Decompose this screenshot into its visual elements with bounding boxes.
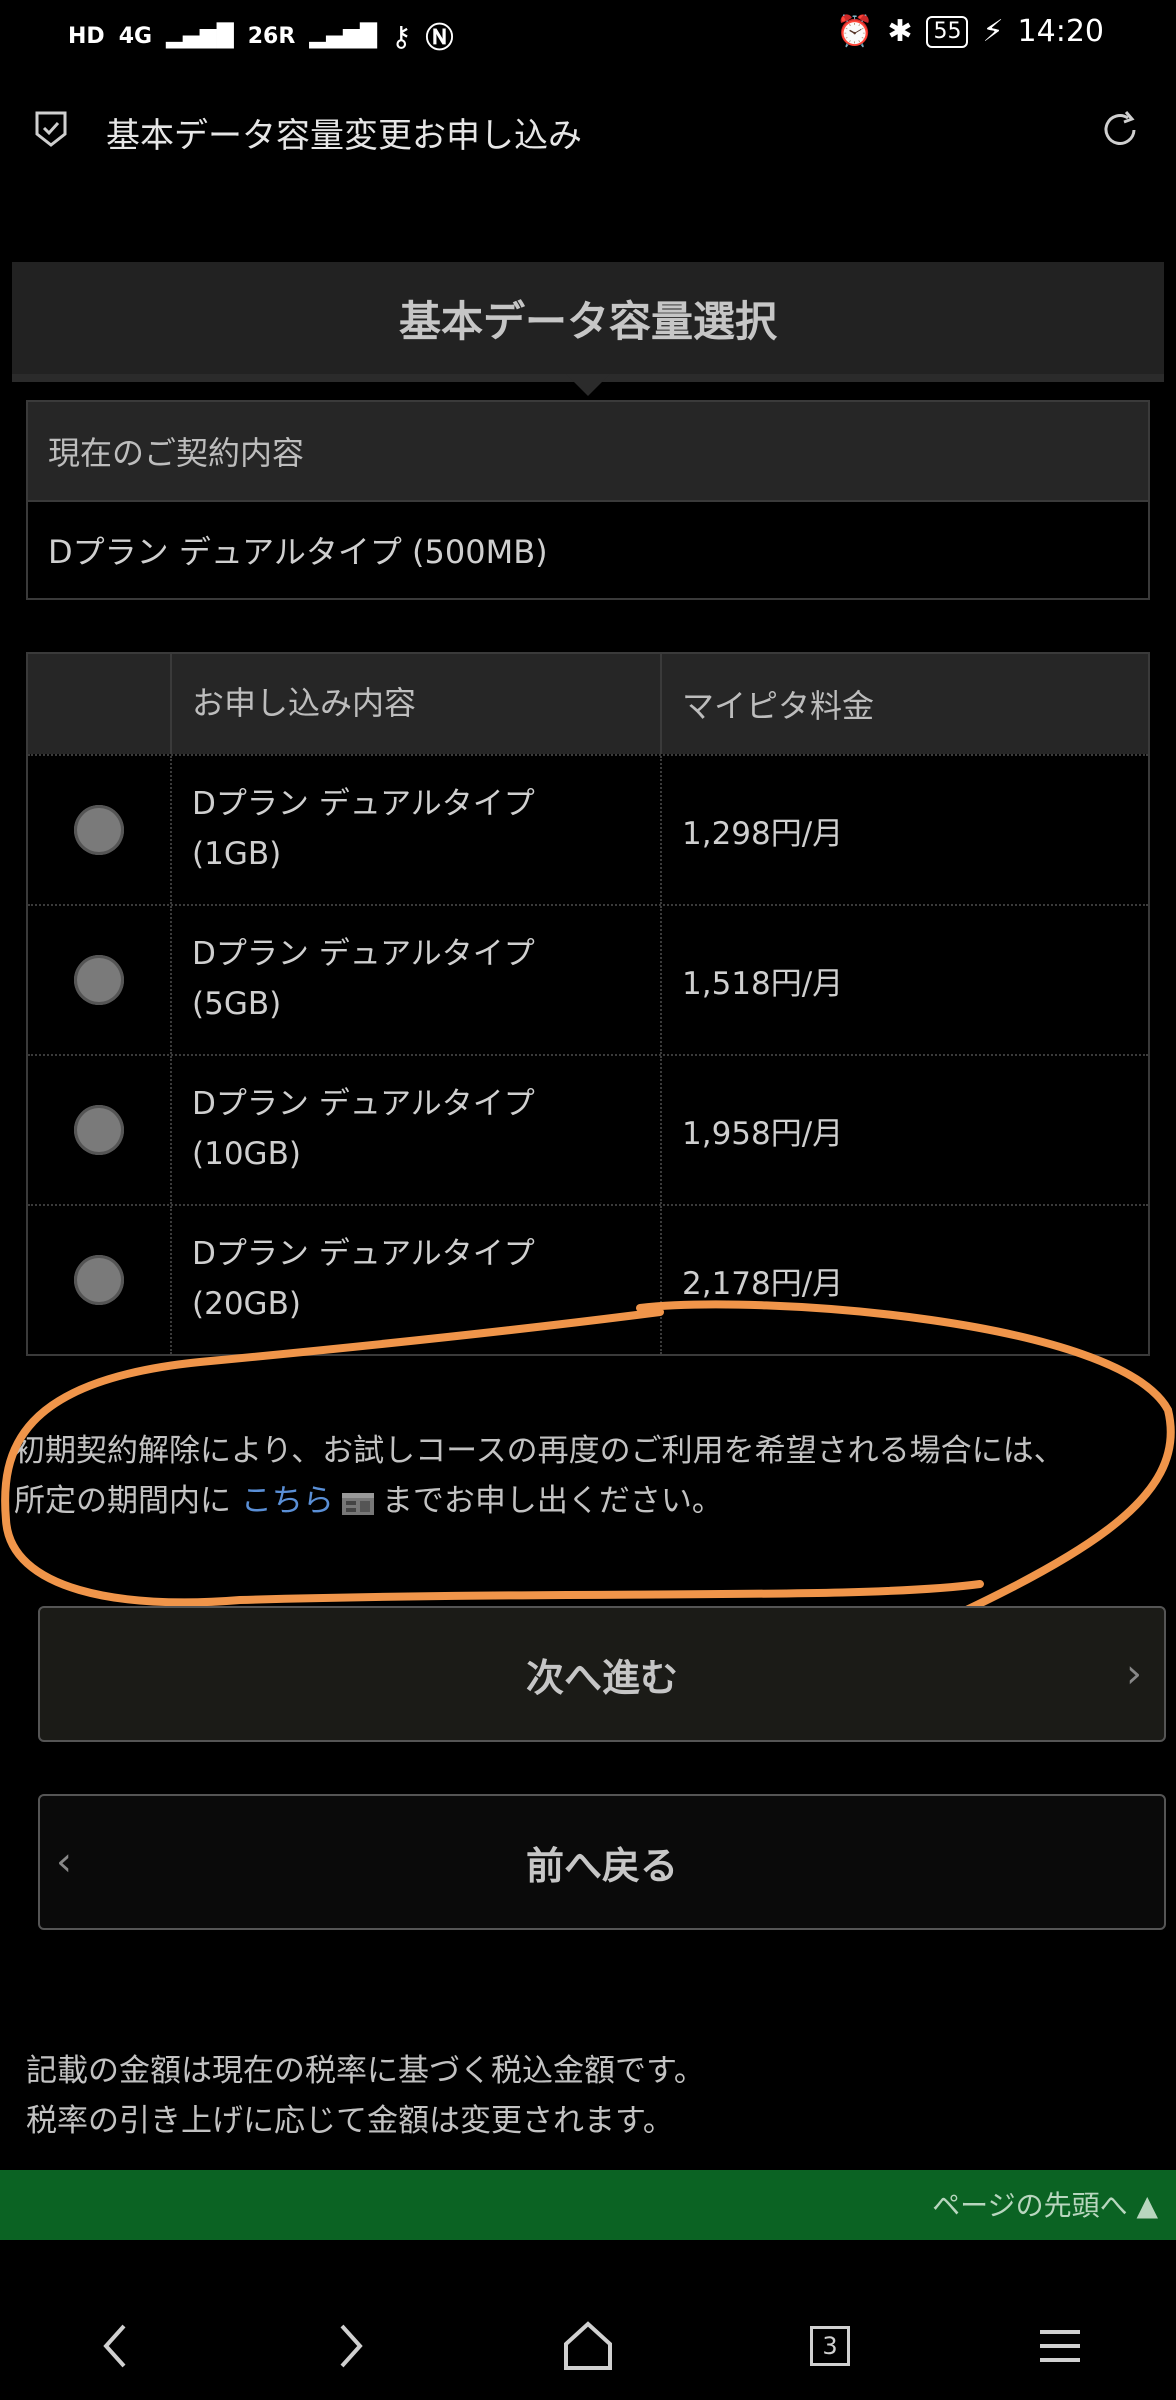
table-header-row: お申し込み内容 マイピタ料金 xyxy=(28,654,1148,754)
status-right: ⏰ ✱ 55 ⚡ 14:20 xyxy=(836,14,1104,49)
chevron-right-icon: › xyxy=(1126,1651,1142,1697)
page-top-bar[interactable]: ページの先頭へ ▲ xyxy=(0,2170,1176,2240)
plan-capacity: (10GB) xyxy=(192,1136,301,1172)
plan-radio-20gb[interactable] xyxy=(74,1255,124,1305)
plan-radio-5gb[interactable] xyxy=(74,955,124,1005)
hd-indicator: HD xyxy=(68,23,105,49)
tabs-button[interactable]: 3 xyxy=(800,2316,860,2376)
header-plan: お申し込み内容 xyxy=(172,654,662,754)
tax-note-line2: 税率の引き上げに応じて金額は変更されます。 xyxy=(26,2103,674,2139)
shield-check-icon xyxy=(35,111,67,147)
current-contract-label: 現在のご契約内容 xyxy=(28,402,1148,502)
status-indicators: HD 4G ▂▄▆█ 26R ▂▄▆█ ⚷ Ⓝ xyxy=(68,16,454,56)
plan-name: Dプラン デュアルタイプ (1GB) xyxy=(172,756,662,904)
alarm-icon: ⏰ xyxy=(835,14,874,49)
signal-icon: ▂▄▆█ xyxy=(166,23,234,49)
tax-note: 記載の金額は現在の税率に基づく税込金額です。 税率の引き上げに応じて金額は変更さ… xyxy=(26,2046,705,2146)
page-top-link[interactable]: ページの先頭へ ▲ xyxy=(932,2184,1158,2224)
plan-line1: Dプラン デュアルタイプ xyxy=(192,1086,535,1123)
plan-name: Dプラン デュアルタイプ (5GB) xyxy=(172,906,662,1054)
table-row[interactable]: Dプラン デュアルタイプ (5GB) 1,518円/月 xyxy=(28,904,1148,1054)
next-button[interactable]: 次へ進む › xyxy=(38,1606,1166,1742)
chevron-left-icon: ‹ xyxy=(56,1839,72,1885)
plan-price: 1,298円/月 xyxy=(682,815,844,852)
charging-icon: ⚡ xyxy=(982,14,1004,49)
table-row[interactable]: Dプラン デュアルタイプ (1GB) 1,298円/月 xyxy=(28,754,1148,904)
battery-level: 55 xyxy=(926,15,969,48)
signal-4g-indicator: 4G xyxy=(118,23,153,49)
bluetooth-icon: ✱ xyxy=(887,14,913,49)
key-icon: ⚷ xyxy=(391,19,412,53)
tab-count: 3 xyxy=(810,2326,850,2366)
plan-capacity: (1GB) xyxy=(192,836,282,872)
table-row[interactable]: Dプラン デュアルタイプ (10GB) 1,958円/月 xyxy=(28,1054,1148,1204)
plan-price: 1,518円/月 xyxy=(682,965,844,1002)
back-button[interactable]: ‹ 前へ戻る xyxy=(38,1794,1166,1930)
back-arrow-icon[interactable] xyxy=(86,2316,146,2376)
plan-capacity: (5GB) xyxy=(192,986,282,1022)
plan-radio-10gb[interactable] xyxy=(74,1105,124,1155)
plan-line1: Dプラン デュアルタイプ xyxy=(192,936,535,973)
tax-note-line1: 記載の金額は現在の税率に基づく税込金額です。 xyxy=(26,2053,705,2089)
header-price: マイピタ料金 xyxy=(682,687,875,725)
plan-name: Dプラン デュアルタイプ (10GB) xyxy=(172,1056,662,1204)
plan-line1: Dプラン デュアルタイプ xyxy=(192,1236,535,1273)
browser-nav-bar: 3 xyxy=(0,2280,1176,2400)
current-contract-box: 現在のご契約内容 Dプラン デュアルタイプ (500MB) xyxy=(26,400,1150,600)
plan-table: お申し込み内容 マイピタ料金 Dプラン デュアルタイプ (1GB) 1,298円/… xyxy=(26,652,1150,1356)
header-select xyxy=(28,654,172,754)
page-title: 基本データ容量変更お申し込み xyxy=(106,116,582,156)
signal-26r-indicator: 26R xyxy=(247,23,296,49)
home-icon[interactable] xyxy=(558,2316,618,2376)
current-contract-value: Dプラン デュアルタイプ (500MB) xyxy=(48,533,548,571)
browser-title-bar: 基本データ容量変更お申し込み xyxy=(0,88,1176,172)
section-pointer xyxy=(566,374,610,396)
nfc-icon: Ⓝ xyxy=(425,21,454,54)
forward-arrow-icon[interactable] xyxy=(320,2316,380,2376)
back-button-label: 前へ戻る xyxy=(525,1843,678,1888)
reload-icon[interactable] xyxy=(1098,108,1142,152)
next-button-label: 次へ進む xyxy=(525,1655,678,1700)
plan-radio-1gb[interactable] xyxy=(74,805,124,855)
status-bar: HD 4G ▂▄▆█ 26R ▂▄▆█ ⚷ Ⓝ ⏰ ✱ 55 ⚡ 14:20 xyxy=(0,0,1176,72)
signal-icon-2: ▂▄▆█ xyxy=(309,23,377,49)
section-heading: 基本データ容量選択 xyxy=(12,262,1164,382)
menu-icon[interactable] xyxy=(1030,2316,1090,2376)
plan-line1: Dプラン デュアルタイプ xyxy=(192,786,535,823)
clock: 14:20 xyxy=(1017,14,1104,49)
plan-price: 1,958円/月 xyxy=(682,1115,844,1152)
